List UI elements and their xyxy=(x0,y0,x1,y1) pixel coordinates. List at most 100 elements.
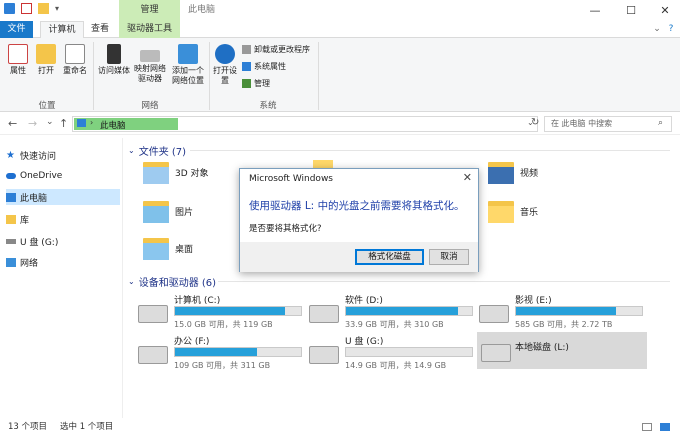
drive-item-c[interactable]: 计算机 (C:) 15.0 GB 可用，共 119 GB xyxy=(138,293,306,333)
refresh-button[interactable]: ↻ xyxy=(531,117,539,128)
minimize-button[interactable]: — xyxy=(578,0,612,21)
group-label-network: 网络 xyxy=(141,101,159,111)
computer-icon xyxy=(6,192,16,202)
open-button[interactable]: 打开 xyxy=(33,44,59,76)
devices-section-header[interactable]: ⌄ 设备和驱动器 (6) xyxy=(128,274,216,289)
add-network-location-button[interactable]: 添加一个网络位置 xyxy=(169,44,207,86)
recent-locations-button[interactable]: ⌄ xyxy=(46,117,54,127)
folder-item[interactable]: 3D 对象 xyxy=(143,160,209,184)
ribbon-separator xyxy=(93,42,94,110)
network-drive-icon xyxy=(140,50,160,62)
pictures-folder-icon xyxy=(143,199,169,223)
hard-drive-icon xyxy=(309,305,339,323)
manage-button[interactable]: 管理 xyxy=(242,77,270,89)
close-button[interactable]: ✕ xyxy=(648,0,680,21)
system-properties-button[interactable]: 系统属性 xyxy=(242,60,286,72)
title-bar: ▾ 管理 此电脑 — ☐ ✕ xyxy=(0,0,680,21)
format-dialog: Microsoft Windows ✕ 使用驱动器 L: 中的光盘之前需要将其格… xyxy=(239,168,479,272)
hard-drive-icon xyxy=(479,305,509,323)
dialog-message: 使用驱动器 L: 中的光盘之前需要将其格式化。 xyxy=(249,200,465,212)
computer-icon xyxy=(77,119,86,127)
selection-count: 选中 1 个项目 xyxy=(60,422,114,432)
ribbon-tabs: 文件 计算机 查看 驱动器工具 ⌄ ? xyxy=(0,21,680,38)
breadcrumb-chevron-icon: › xyxy=(90,118,94,127)
rename-button[interactable]: 重命名 xyxy=(60,44,90,76)
details-view-icon[interactable] xyxy=(642,423,652,431)
dialog-question: 是否要将其格式化? xyxy=(249,224,322,234)
drive-usage-bar xyxy=(174,347,302,357)
desktop-folder-icon xyxy=(143,236,169,260)
group-label-location: 位置 xyxy=(38,101,56,111)
tab-drive-tools[interactable]: 驱动器工具 xyxy=(119,21,180,38)
ribbon-collapse-icon[interactable]: ⌄ xyxy=(650,21,664,38)
search-icon: ⌕ xyxy=(658,118,664,128)
cancel-button[interactable]: 取消 xyxy=(429,249,469,265)
drive-item-f[interactable]: 办公 (F:) 109 GB 可用，共 311 GB xyxy=(138,334,306,374)
hard-drive-icon xyxy=(138,346,168,364)
help-icon[interactable]: ? xyxy=(664,21,678,38)
drive-usage-bar xyxy=(174,306,302,316)
ribbon-separator xyxy=(318,42,319,110)
drive-item-e[interactable]: 影视 (E:) 585 GB 可用，共 2.72 TB xyxy=(479,293,647,333)
format-disk-button[interactable]: 格式化磁盘 xyxy=(355,249,424,265)
maximize-button[interactable]: ☐ xyxy=(614,0,648,21)
dialog-close-button[interactable]: ✕ xyxy=(463,171,472,184)
folder-item[interactable]: 图片 xyxy=(143,199,193,223)
search-input[interactable]: 在 此电脑 中搜索 xyxy=(544,116,672,132)
sidebar-item-library[interactable]: 库 xyxy=(6,211,120,227)
address-bar[interactable]: › 此电脑 ⌄ xyxy=(72,116,538,132)
properties-button[interactable]: 属性 xyxy=(4,44,32,76)
uninstall-button[interactable]: 卸载或更改程序 xyxy=(242,43,310,55)
drive-usage-bar xyxy=(515,306,643,316)
folder-item[interactable]: 音乐 xyxy=(488,199,538,223)
open-settings-button[interactable]: 打开设置 xyxy=(212,44,238,86)
drive-item-g[interactable]: U 盘 (G:) 14.9 GB 可用，共 14.9 GB xyxy=(309,334,477,374)
forward-button[interactable]: → xyxy=(28,117,37,130)
gear-icon xyxy=(215,44,235,64)
drive-usage-bar xyxy=(345,306,473,316)
folder-item[interactable]: 视频 xyxy=(488,160,538,184)
sidebar-item-usb[interactable]: U 盘 (G:) xyxy=(6,233,120,249)
sidebar-item-this-pc[interactable]: 此电脑 xyxy=(6,189,120,205)
drive-item-d[interactable]: 软件 (D:) 33.9 GB 可用，共 310 GB xyxy=(309,293,477,333)
star-icon: ★ xyxy=(6,149,15,161)
sidebar-item-network[interactable]: 网络 xyxy=(6,254,120,270)
cloud-icon xyxy=(6,173,16,179)
up-button[interactable]: ↑ xyxy=(59,117,68,130)
network-icon xyxy=(6,257,16,267)
new-folder-icon[interactable] xyxy=(38,3,49,14)
qat-dropdown-icon[interactable]: ▾ xyxy=(55,4,59,13)
breadcrumb[interactable]: 此电脑 xyxy=(100,119,126,131)
computer-icon[interactable] xyxy=(4,3,15,14)
system-icon xyxy=(242,61,251,71)
usb-drive-icon xyxy=(309,346,339,364)
back-button[interactable]: ← xyxy=(8,117,17,130)
item-count: 13 个项目 xyxy=(8,422,48,432)
tab-file[interactable]: 文件 xyxy=(0,21,33,38)
folder-icon xyxy=(143,160,169,184)
properties-icon[interactable] xyxy=(21,3,32,14)
map-drive-button[interactable]: 映射网络驱动器 xyxy=(132,44,168,84)
folder-item[interactable]: 桌面 xyxy=(143,236,193,260)
manage-icon xyxy=(242,78,251,88)
music-folder-icon xyxy=(488,199,514,223)
video-folder-icon xyxy=(488,160,514,184)
ribbon-separator xyxy=(209,42,210,110)
network-location-icon xyxy=(178,44,198,64)
status-bar: 13 个项目 选中 1 个项目 xyxy=(0,418,680,436)
drive-usage-fill xyxy=(175,348,257,356)
dialog-title: Microsoft Windows xyxy=(249,174,333,184)
media-icon xyxy=(107,44,121,64)
divider xyxy=(190,150,670,151)
tab-view[interactable]: 查看 xyxy=(86,21,114,38)
sidebar-item-quick-access[interactable]: ★ 快速访问 xyxy=(6,147,120,163)
access-media-button[interactable]: 访问媒体 xyxy=(96,44,132,76)
drive-usage-fill xyxy=(516,307,616,315)
tiles-view-icon[interactable] xyxy=(660,423,670,431)
folders-section-header[interactable]: ⌄ 文件夹 (7) xyxy=(128,143,186,158)
tab-computer[interactable]: 计算机 xyxy=(40,21,84,38)
properties-icon xyxy=(8,44,28,64)
sidebar: ★ 快速访问 OneDrive 此电脑 库 U 盘 (G:) 网络 xyxy=(0,138,123,418)
drive-item-l[interactable]: 本地磁盘 (L:) xyxy=(477,332,647,369)
sidebar-item-onedrive[interactable]: OneDrive xyxy=(6,168,120,184)
